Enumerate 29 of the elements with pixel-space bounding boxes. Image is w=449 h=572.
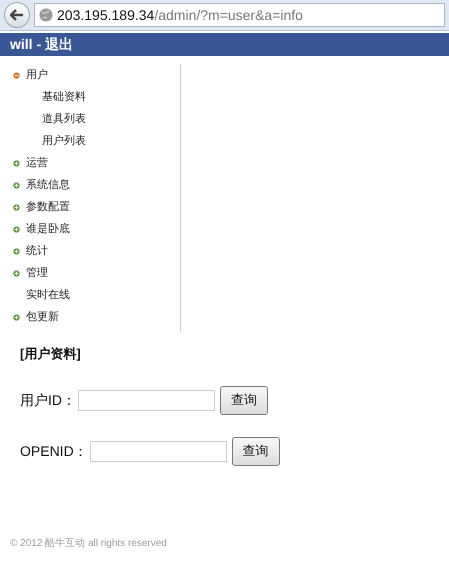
section-title: [用户资料] bbox=[20, 345, 82, 363]
back-arrow-icon bbox=[10, 9, 24, 21]
query-button[interactable]: 查询 bbox=[220, 386, 268, 414]
globe-icon bbox=[39, 8, 53, 22]
url-path: /admin/?m=user&a=info bbox=[154, 6, 303, 24]
menu-item[interactable]: 运营 bbox=[26, 154, 48, 172]
menu-item[interactable]: 谁是卧底 bbox=[26, 220, 70, 238]
input-field[interactable] bbox=[90, 440, 227, 462]
username: will bbox=[10, 35, 33, 54]
address-bar[interactable]: 203.195.189.34/admin/?m=user&a=info bbox=[34, 3, 445, 27]
menu-item[interactable]: 用户 bbox=[26, 66, 48, 84]
submenu-item[interactable]: 基础资料 bbox=[42, 88, 86, 106]
submenu-item[interactable]: 道具列表 bbox=[42, 110, 86, 128]
submenu-item[interactable]: 用户列表 bbox=[42, 132, 86, 150]
logout-link[interactable]: 退出 bbox=[45, 34, 74, 55]
back-button[interactable] bbox=[4, 2, 30, 28]
input-field[interactable] bbox=[78, 390, 215, 410]
field-label: OPENID： bbox=[20, 442, 88, 460]
menu-item[interactable]: 系统信息 bbox=[26, 176, 70, 194]
menu-item[interactable]: 管理 bbox=[26, 264, 48, 282]
menu-item[interactable]: 实时在线 bbox=[26, 286, 70, 304]
menu-item[interactable]: 统计 bbox=[26, 242, 48, 260]
menu-item[interactable]: 包更新 bbox=[26, 308, 59, 326]
separator: - bbox=[36, 35, 42, 54]
url-host: 203.195.189.34 bbox=[57, 6, 154, 24]
menu-item[interactable]: 参数配置 bbox=[26, 198, 70, 216]
field-label: 用户ID： bbox=[20, 390, 76, 410]
footer-text: © 2012 酷牛互动 all rights reserved bbox=[10, 536, 168, 550]
query-button[interactable]: 查询 bbox=[232, 436, 280, 466]
